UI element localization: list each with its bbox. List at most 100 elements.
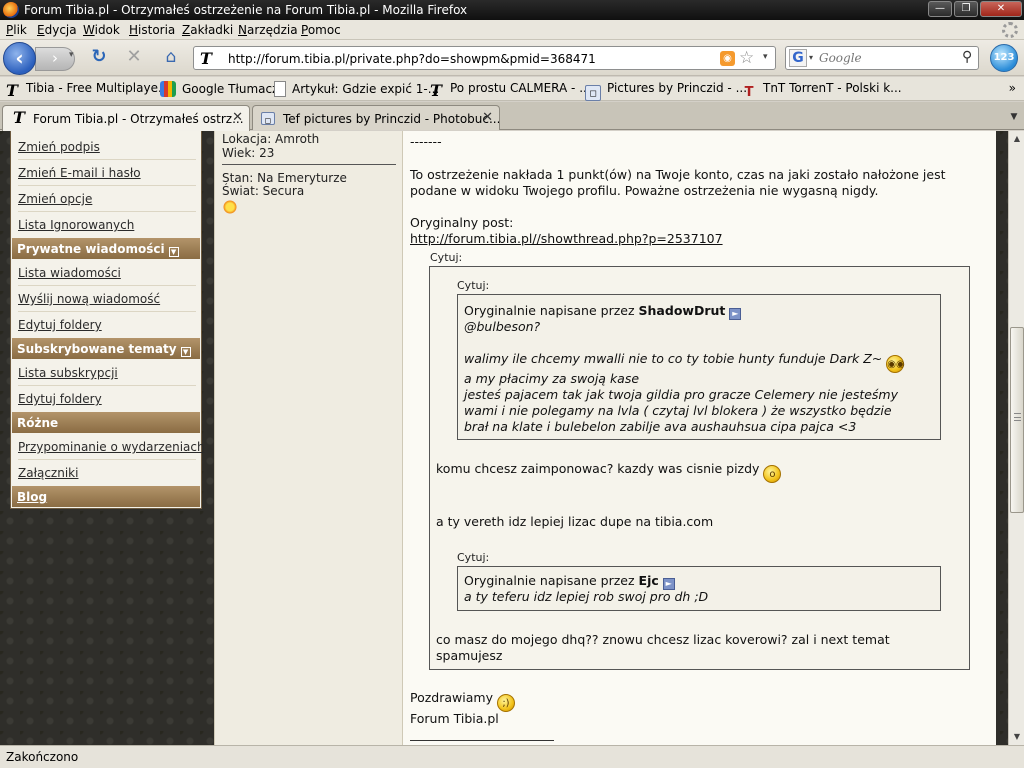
sidebar-link-change-signature[interactable]: Zmień podpis <box>18 140 100 154</box>
bookmark-label: Po prostu CALMERA - ... <box>450 81 591 95</box>
close-tab-icon[interactable]: ✕ <box>232 110 243 125</box>
page-icon <box>274 81 286 97</box>
closing-text: Pozdrawiamy ;) <box>410 690 515 712</box>
menu-view[interactable]: Widok <box>83 23 120 37</box>
sidebar-link-edit-folders-subs[interactable]: Edytuj foldery <box>18 392 102 406</box>
tab-label: Forum Tibia.pl - Otrzymałeś ostrz... <box>33 112 244 126</box>
scroll-up-icon[interactable]: ▲ <box>1009 131 1024 147</box>
menu-edit[interactable]: Edycja <box>37 23 77 37</box>
tab-list-dropdown-icon[interactable]: ▼ <box>1006 107 1022 127</box>
wink-smiley-icon: ;) <box>496 694 515 712</box>
sidebar-header-blog[interactable]: Blog <box>12 486 200 507</box>
divider <box>18 311 196 312</box>
collapse-triangle-icon[interactable]: ▼ <box>180 347 191 357</box>
window-title-bar[interactable]: Forum Tibia.pl - Otrzymałeś ostrzeżenie … <box>0 0 1024 20</box>
sidebar-link-message-list[interactable]: Lista wiadomości <box>18 266 121 280</box>
sidebar-link-ignore-list[interactable]: Lista Ignorowanych <box>18 218 134 232</box>
quote-line: @bulbeson? <box>464 319 541 334</box>
signature-divider <box>410 740 554 741</box>
sidebar-link-new-message[interactable]: Wyślij nową wiadomość <box>18 292 160 306</box>
loading-throbber-icon <box>1002 22 1018 38</box>
scroll-down-icon[interactable]: ▼ <box>1009 729 1024 745</box>
quote-reply-text: komu chcesz zaimponowac? kazdy was cisni… <box>436 461 760 476</box>
sidebar-link-change-email[interactable]: Zmień E-mail i hasło <box>18 166 141 180</box>
status-text: Zakończono <box>6 750 79 764</box>
bookmark-item[interactable]: T TnT TorrenT - Polski k... <box>741 81 902 101</box>
quote-line: walimy ile chcemy mwalli nie to co ty to… <box>464 351 905 373</box>
menu-history[interactable]: Historia <box>129 23 175 37</box>
reload-button[interactable]: ↻ <box>89 48 109 68</box>
sidebar-link-change-options[interactable]: Zmień opcje <box>18 192 92 206</box>
bookmarks-toolbar: T Tibia - Free Multiplaye... Google Tłuma… <box>0 77 1024 101</box>
bookmark-star-icon[interactable]: ☆ <box>739 48 754 68</box>
menu-tools[interactable]: Narzędzia <box>238 23 298 37</box>
addon-globe-icon[interactable]: 123 <box>990 44 1018 72</box>
back-button[interactable]: ‹ <box>3 42 36 75</box>
tab-photobucket[interactable]: ◻ Tef pictures by Princzid - Photobuc...… <box>252 105 500 130</box>
divider <box>18 459 196 460</box>
home-button[interactable]: ⌂ <box>160 48 182 68</box>
close-tab-icon[interactable]: ✕ <box>482 110 493 125</box>
sidebar-link-attachments[interactable]: Załączniki <box>18 466 78 480</box>
quote-label: Cytuj: <box>457 279 490 292</box>
collapse-triangle-icon[interactable]: ▼ <box>168 247 179 257</box>
sidebar-header-label[interactable]: Blog <box>17 490 47 504</box>
sidebar-link-event-reminders[interactable]: Przypominanie o wydarzeniach <box>18 440 205 454</box>
original-post-link[interactable]: http://forum.tibia.pl//showthread.php?p=… <box>410 231 723 246</box>
bookmark-item[interactable]: ◻ Pictures by Princzid - ... <box>585 81 747 101</box>
bookmark-item[interactable]: Google Tłumacz <box>160 81 278 97</box>
message-body: ------- To ostrzeżenie nakłada 1 punkt(ó… <box>402 131 996 745</box>
quote-line-text: walimy ile chcemy mwalli nie to co ty to… <box>464 351 883 366</box>
bookmark-item[interactable]: T Tibia - Free Multiplaye... <box>4 81 169 99</box>
tibia-icon: T <box>6 81 18 100</box>
dashes: ------- <box>410 134 442 149</box>
rss-feed-icon[interactable]: ◉ <box>720 51 735 66</box>
page-content: Zmień podpis Zmień E-mail i hasło Zmień … <box>0 131 1008 745</box>
sidebar-header-private-messages[interactable]: Prywatne wiadomości ▼ <box>12 238 200 259</box>
divider <box>18 211 196 212</box>
scrollbar-thumb[interactable] <box>1010 327 1024 513</box>
second-quote-box: Oryginalnie napisane przez Ejc ► a ty te… <box>457 566 941 611</box>
google-engine-icon[interactable]: G <box>789 49 807 67</box>
sidebar-header-subscriptions[interactable]: Subskrybowane tematy ▼ <box>12 338 200 359</box>
close-window-button[interactable]: ✕ <box>980 1 1022 17</box>
vertical-scrollbar[interactable]: ▲ ▼ <box>1008 131 1024 745</box>
sidebar-link-edit-folders[interactable]: Edytuj foldery <box>18 318 102 332</box>
divider <box>18 185 196 186</box>
user-status: Stan: Na Emeryturze <box>222 171 347 185</box>
menu-help[interactable]: Pomoc <box>301 23 341 37</box>
outer-quote-box: Cytuj: Oryginalnie napisane przez Shadow… <box>429 266 970 670</box>
menu-file[interactable]: Plik <box>6 23 27 37</box>
tab-forum-tibia[interactable]: T Forum Tibia.pl - Otrzymałeś ostrz... ✕ <box>2 105 250 131</box>
bookmark-item[interactable]: T Po prostu CALMERA - ... <box>428 81 591 99</box>
quote-line: a ty teferu idz lepiej rob swoj pro dh ;… <box>464 589 709 604</box>
more-bookmarks-chevron-icon[interactable]: » <box>1009 81 1016 95</box>
maximize-button[interactable]: ❐ <box>954 1 978 17</box>
closing-text-label: Pozdrawiamy <box>410 690 493 705</box>
search-icon[interactable]: ⚲ <box>962 49 972 65</box>
search-bar[interactable]: G ▾ ⚲ <box>785 46 979 70</box>
quote-prefix: Oryginalnie napisane przez <box>464 303 635 318</box>
original-post-label: Oryginalny post: <box>410 215 514 230</box>
bookmark-label: Tibia - Free Multiplaye... <box>26 81 170 95</box>
search-input[interactable] <box>819 50 959 66</box>
minimize-button[interactable]: — <box>928 1 952 17</box>
stop-button[interactable]: ✕ <box>124 48 144 68</box>
view-post-arrow-icon[interactable]: ► <box>729 308 742 320</box>
history-dropdown-icon[interactable]: ▾ <box>69 50 74 60</box>
engine-dropdown-icon[interactable]: ▾ <box>809 53 813 62</box>
menu-bookmarks[interactable]: Zakładki <box>182 23 233 37</box>
photobucket-icon: ◻ <box>585 85 601 101</box>
bookmark-label: TnT TorrenT - Polski k... <box>763 81 902 95</box>
url-bar[interactable]: T http://forum.tibia.pl/private.php?do=s… <box>193 46 776 70</box>
quote-attribution: Oryginalnie napisane przez ShadowDrut ► <box>464 303 742 320</box>
sun-rank-icon <box>222 199 238 215</box>
bookmark-item[interactable]: Artykuł: Gdzie expić 1-... <box>274 81 439 97</box>
sidebar-header-label: Subskrybowane tematy <box>17 342 177 356</box>
google-translate-icon <box>160 81 176 97</box>
quote-line: wami i nie polegamy na lvla ( czytaj lvl… <box>464 403 892 418</box>
url-text[interactable]: http://forum.tibia.pl/private.php?do=sho… <box>228 52 596 66</box>
url-history-dropdown-icon[interactable]: ▾ <box>763 52 768 62</box>
sidebar-link-subscription-list[interactable]: Lista subskrypcji <box>18 366 118 380</box>
quote-author: ShadowDrut <box>638 303 726 318</box>
